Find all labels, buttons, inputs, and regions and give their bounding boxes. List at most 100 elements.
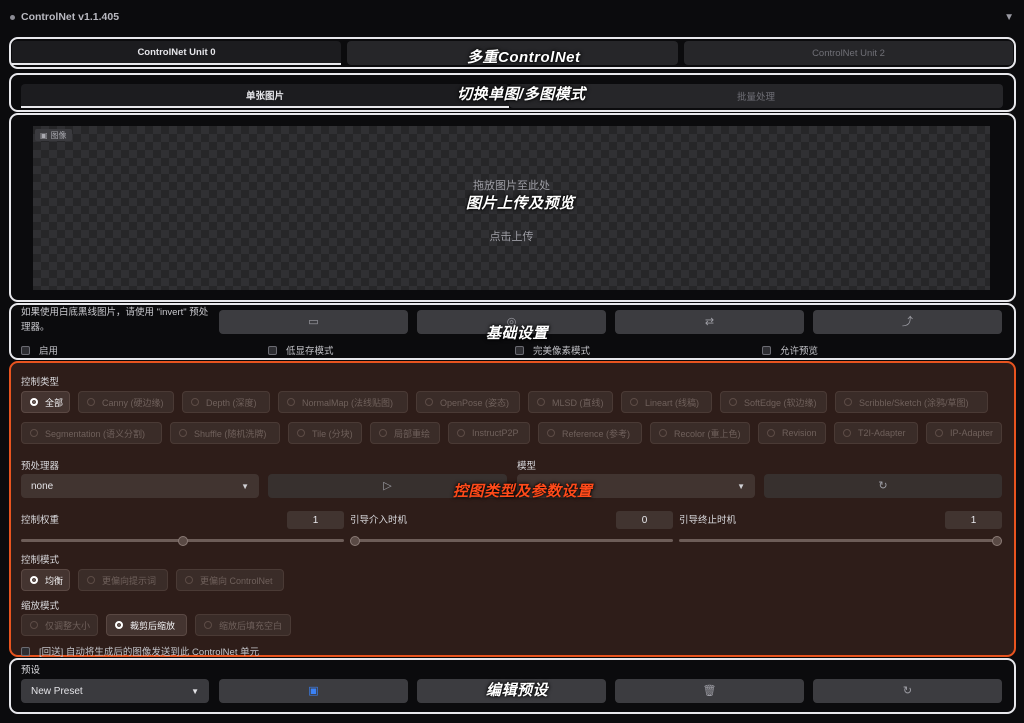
- resize-mode-fill[interactable]: 缩放后填充空白: [195, 614, 291, 636]
- radio-dot: [457, 429, 465, 437]
- loopback-checkbox[interactable]: [回送] 自动将生成后的图像发送到此 ControlNet 单元: [21, 644, 259, 658]
- control-type-inpaint[interactable]: 局部重绘: [370, 422, 440, 444]
- option-label: 仅调整大小: [45, 620, 91, 631]
- delete-preset-button[interactable]: 🗑: [615, 679, 804, 703]
- tab-unit-1[interactable]: [347, 41, 678, 65]
- control-type-segmentation[interactable]: Segmentation (语义分割): [21, 422, 162, 444]
- swap-size-button[interactable]: ⇄: [615, 310, 804, 334]
- model-select[interactable]: ▼: [517, 474, 755, 498]
- status-dot-icon: [10, 14, 15, 20]
- end-step-thumb[interactable]: [992, 536, 1002, 546]
- refresh-presets-button[interactable]: ↻: [813, 679, 1002, 703]
- control-mode-label: 控制模式: [21, 555, 60, 566]
- control-type-revision[interactable]: Revision: [758, 422, 826, 444]
- radio-dot: [767, 429, 775, 437]
- control-type-scribble[interactable]: Scribble/Sketch (涂鸦/草图): [835, 391, 988, 413]
- start-step-thumb[interactable]: [350, 536, 360, 546]
- radio-dot: [537, 398, 545, 406]
- mirror-button[interactable]: ◎: [417, 310, 606, 334]
- control-type-recolor[interactable]: Recolor (重上色): [650, 422, 750, 444]
- control-type-instructp2p[interactable]: InstructP2P: [448, 422, 530, 444]
- option-label: T2I-Adapter: [858, 428, 906, 438]
- control-weight-input[interactable]: 1: [287, 511, 344, 529]
- checkbox-box[interactable]: [21, 646, 30, 656]
- edit-preset-button[interactable]: [417, 679, 606, 703]
- image-badge-label: 图像: [50, 130, 67, 140]
- enable-label: 启用: [39, 346, 59, 357]
- webcam-button[interactable]: ▭: [219, 310, 408, 334]
- send-size-button[interactable]: ⤴: [813, 310, 1002, 334]
- start-step-slider[interactable]: [350, 539, 673, 542]
- control-type-mlsd[interactable]: MLSD (直线): [528, 391, 613, 413]
- radio-dot: [844, 398, 852, 406]
- preprocessor-label: 预处理器: [21, 461, 60, 472]
- option-label: IP-Adapter: [950, 428, 994, 438]
- option-label: Shuffle (随机洗牌): [194, 428, 267, 439]
- control-type-normalmap[interactable]: NormalMap (法线贴图): [278, 391, 408, 413]
- control-type-all[interactable]: 全部: [21, 391, 70, 413]
- save-preset-button[interactable]: ▣: [219, 679, 408, 703]
- refresh-models-button[interactable]: ↻: [764, 474, 1002, 498]
- option-label: Depth (深度): [206, 397, 257, 408]
- end-step-input[interactable]: 1: [945, 511, 1002, 529]
- end-step-slider[interactable]: [679, 539, 1002, 542]
- radio-dot: [87, 576, 95, 584]
- allow-preview-checkbox[interactable]: 允许预览: [762, 343, 818, 357]
- low-vram-checkbox[interactable]: 低显存模式: [268, 343, 334, 357]
- tab-unit-2[interactable]: ControlNet Unit 2: [684, 41, 1013, 65]
- start-step-input[interactable]: 0: [616, 511, 673, 529]
- collapse-caret-icon[interactable]: ▼: [1004, 12, 1014, 23]
- option-label: NormalMap (法线贴图): [302, 397, 394, 408]
- checkbox-box[interactable]: [515, 345, 524, 355]
- control-type-tile[interactable]: Tile (分块): [288, 422, 362, 444]
- image-dropzone[interactable]: [33, 126, 990, 290]
- option-label: MLSD (直线): [552, 397, 604, 408]
- tab-unit-0[interactable]: ControlNet Unit 0: [12, 41, 341, 65]
- chevron-down-icon: ▼: [191, 686, 199, 696]
- control-type-lineart[interactable]: Lineart (线稿): [621, 391, 712, 413]
- chevron-down-icon: ▼: [737, 481, 745, 491]
- loopback-label: [回送] 自动将生成后的图像发送到此 ControlNet 单元: [39, 647, 260, 658]
- preset-label: 预设: [21, 665, 41, 676]
- control-type-depth[interactable]: Depth (深度): [182, 391, 270, 413]
- control-type-t2i-adapter[interactable]: T2I-Adapter: [834, 422, 918, 444]
- control-weight-label: 控制权重: [21, 515, 60, 526]
- radio-dot: [185, 576, 193, 584]
- control-mode-balanced[interactable]: 均衡: [21, 569, 70, 591]
- run-preprocessor-button[interactable]: ▷: [268, 474, 507, 498]
- app-header[interactable]: ControlNet v1.1.405 ▼: [0, 0, 1024, 34]
- preset-select[interactable]: New Preset ▼: [21, 679, 209, 703]
- radio-dot: [630, 398, 638, 406]
- control-type-softedge[interactable]: SoftEdge (软边缘): [720, 391, 827, 413]
- unit-tabs: ControlNet Unit 0 ControlNet Unit 2: [12, 41, 1013, 65]
- resize-mode-crop[interactable]: 裁剪后缩放: [106, 614, 187, 636]
- radio-dot: [87, 398, 95, 406]
- resize-mode-just-resize[interactable]: 仅调整大小: [21, 614, 98, 636]
- control-mode-controlnet[interactable]: 更偏向 ControlNet: [176, 569, 284, 591]
- control-type-openpose[interactable]: OpenPose (姿态): [416, 391, 520, 413]
- checkbox-box[interactable]: [21, 345, 30, 355]
- checkbox-box[interactable]: [268, 345, 277, 355]
- preprocessor-select[interactable]: none ▼: [21, 474, 259, 498]
- image-icon: ▣: [40, 130, 48, 140]
- tab-single-image[interactable]: 单张图片: [21, 84, 509, 108]
- pixel-perfect-checkbox[interactable]: 完美像素模式: [515, 343, 590, 357]
- radio-dot: [843, 429, 851, 437]
- control-mode-prompt[interactable]: 更偏向提示词: [78, 569, 168, 591]
- option-label: Canny (硬边缘): [102, 397, 164, 408]
- option-label: 均衡: [45, 575, 64, 586]
- radio-dot: [547, 429, 555, 437]
- control-type-shuffle[interactable]: Shuffle (随机洗牌): [170, 422, 280, 444]
- click-upload-text[interactable]: 点击上传: [33, 228, 990, 244]
- camera-icon: ▭: [308, 315, 319, 328]
- tab-batch[interactable]: 批量处理: [509, 84, 1003, 108]
- enable-checkbox[interactable]: 启用: [21, 343, 58, 357]
- radio-dot: [935, 429, 943, 437]
- radio-dot: [115, 621, 123, 629]
- control-type-canny[interactable]: Canny (硬边缘): [78, 391, 174, 413]
- checkbox-box[interactable]: [762, 345, 771, 355]
- start-step-label: 引导介入时机: [350, 515, 408, 526]
- control-type-reference[interactable]: Reference (参考): [538, 422, 642, 444]
- control-type-ip-adapter[interactable]: IP-Adapter: [926, 422, 1002, 444]
- control-weight-thumb[interactable]: [177, 536, 188, 546]
